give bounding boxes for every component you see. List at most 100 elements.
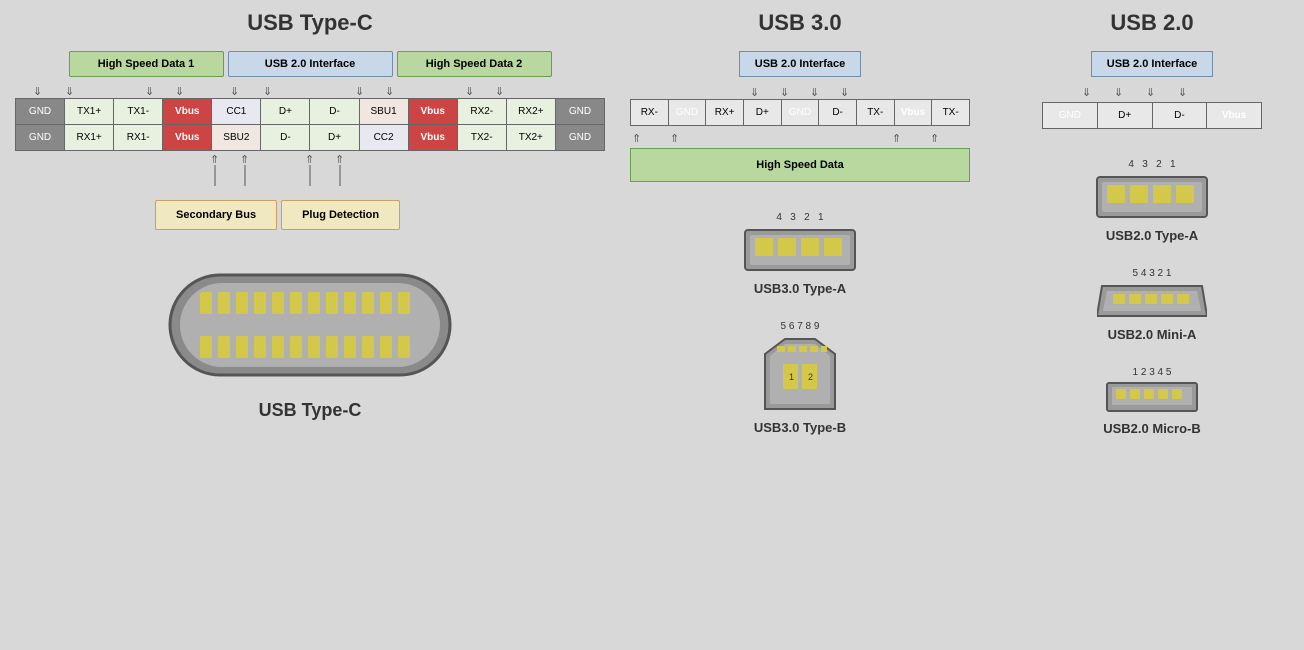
svg-text:⇓: ⇓ (810, 87, 819, 99)
usb30-pin-vbus: Vbus (894, 100, 932, 126)
pin-dp-2: D+ (310, 125, 359, 151)
typec-pin-table: GND TX1+ TX1- Vbus CC1 D+ D- SBU1 Vbus R… (15, 98, 605, 151)
typec-arrows-top: ⇓ ⇓ ⇓ ⇓ ⇓ ⇓ ⇓ ⇓ ⇓ ⇓ (15, 81, 605, 97)
typec-secondary-labels: Secondary Bus Plug Detection (155, 200, 605, 230)
pin-gnd-3: GND (16, 125, 65, 151)
pin-gnd-1: GND (16, 99, 65, 125)
pin-rx2p: RX2+ (506, 99, 555, 125)
svg-text:⇓: ⇓ (1082, 87, 1091, 99)
usb20-pin-table: GND D+ D- Vbus (1042, 102, 1262, 129)
pin-tx2p: TX2+ (506, 125, 555, 151)
usb20-typea-name: USB2.0 Type-A (1106, 228, 1198, 243)
svg-text:⇓: ⇓ (495, 86, 504, 97)
typec-label-hs2: High Speed Data 2 (397, 51, 552, 77)
typec-title: USB Type-C (247, 10, 373, 36)
svg-text:⇓: ⇓ (840, 87, 849, 99)
usb20-microb-connector: 1 2 3 4 5 USB2.0 Micro-B (1102, 367, 1202, 436)
pin-tx1m: TX1- (114, 99, 163, 125)
pin-gnd-4: GND (555, 125, 604, 151)
svg-text:⇑: ⇑ (670, 133, 679, 145)
usb20-pin-row: GND D+ D- Vbus (1043, 103, 1262, 129)
svg-text:⇓: ⇓ (1146, 87, 1155, 99)
typec-arrows-bottom: ⇑ ⇑ ⇑ ⇑ (15, 151, 605, 196)
svg-text:⇓: ⇓ (750, 87, 759, 99)
svg-text:⇓: ⇓ (780, 87, 789, 99)
usb20-minia-name: USB2.0 Mini-A (1108, 327, 1197, 342)
usb20-microb-pin-numbers: 1 2 3 4 5 (1133, 367, 1172, 378)
svg-text:⇑: ⇑ (892, 133, 901, 145)
usb30-typeb-svg: 1 2 (755, 334, 845, 414)
usb30-title: USB 3.0 (758, 10, 841, 36)
usb30-section: USB 3.0 USB 2.0 Interface ⇓ ⇓ ⇓ ⇓ RX- GN… (610, 10, 980, 640)
usb20-pin-dm: D- (1152, 103, 1207, 129)
usb20-minia-connector: 5 4 3 2 1 USB2.0 Mini-A (1097, 268, 1207, 342)
svg-text:⇑: ⇑ (305, 154, 314, 166)
svg-text:⇓: ⇓ (385, 86, 394, 97)
usb30-typeb-connector: 5 6 7 8 9 1 2 (754, 321, 846, 435)
usb20-interface-label: USB 2.0 Interface (1091, 51, 1213, 77)
svg-text:2: 2 (808, 372, 813, 382)
usb30-typea-pin-numbers: 4 3 2 1 (776, 212, 823, 223)
svg-text:⇓: ⇓ (175, 86, 184, 97)
pin-gnd-2: GND (555, 99, 604, 125)
pin-sbu2: SBU2 (212, 125, 261, 151)
usb30-typea-svg (740, 225, 860, 275)
usb20-arrows-top: ⇓ ⇓ ⇓ ⇓ (1042, 81, 1262, 99)
pin-dp-1: D+ (261, 99, 310, 125)
usb30-pin-wrapper: USB 2.0 Interface ⇓ ⇓ ⇓ ⇓ RX- GND RX+ D+… (630, 51, 970, 182)
pin-tx1p: TX1+ (65, 99, 114, 125)
pin-sbu1: SBU1 (359, 99, 408, 125)
pin-vbus-4: Vbus (408, 125, 457, 151)
svg-text:⇓: ⇓ (230, 86, 239, 97)
usb20-microb-svg (1102, 380, 1202, 415)
usb20-title: USB 2.0 (1110, 10, 1193, 36)
svg-text:1: 1 (789, 372, 794, 382)
svg-text:⇓: ⇓ (1114, 87, 1123, 99)
usb20-section: USB 2.0 USB 2.0 Interface ⇓ ⇓ ⇓ ⇓ GND D+… (980, 10, 1304, 640)
usb20-pin-dp: D+ (1097, 103, 1152, 129)
secondary-bus-label: Secondary Bus (155, 200, 277, 230)
pin-rx1p: RX1+ (65, 125, 114, 151)
svg-text:⇓: ⇓ (1178, 87, 1187, 99)
usb20-typea-connector: 4 3 2 1 USB2.0 Type-A (1092, 159, 1212, 243)
typec-label-hs1: High Speed Data 1 (69, 51, 224, 77)
svg-text:⇓: ⇓ (33, 86, 42, 97)
pin-dm-1: D- (310, 99, 359, 125)
usb30-pin-rxp: RX+ (706, 100, 744, 126)
usb20-pin-wrapper: USB 2.0 Interface ⇓ ⇓ ⇓ ⇓ GND D+ D- Vbus (1042, 51, 1262, 129)
usb20-pin-vbus: Vbus (1207, 103, 1262, 129)
typec-connector-label: USB Type-C (259, 400, 362, 421)
usb20-typea-pin-numbers: 4 3 2 1 (1128, 159, 1175, 170)
usb30-pin-dp: D+ (743, 100, 781, 126)
pin-cc1: CC1 (212, 99, 261, 125)
svg-text:⇓: ⇓ (465, 86, 474, 97)
svg-text:⇑: ⇑ (632, 133, 641, 145)
pin-dm-2: D- (261, 125, 310, 151)
pin-vbus-3: Vbus (163, 125, 212, 151)
usb30-pin-gnd1: GND (668, 100, 706, 126)
usb30-hs-label: High Speed Data (630, 148, 970, 182)
usb-typec-section: USB Type-C High Speed Data 1 USB 2.0 Int… (10, 10, 610, 640)
svg-text:⇑: ⇑ (210, 154, 219, 166)
usb30-typeb-pin-numbers: 5 6 7 8 9 (781, 321, 820, 332)
typec-connector-svg (160, 260, 460, 390)
usb20-typea-svg (1092, 172, 1212, 222)
usb30-arrows-bottom: ⇑ ⇑ ⇑ ⇑ (630, 126, 970, 148)
plug-detection-label: Plug Detection (281, 200, 400, 230)
svg-text:⇑: ⇑ (930, 133, 939, 145)
usb30-typea-name: USB3.0 Type-A (754, 281, 846, 296)
typec-pin-row2: GND RX1+ RX1- Vbus SBU2 D- D+ CC2 Vbus T… (16, 125, 605, 151)
usb30-pin-gnd2: GND (781, 100, 819, 126)
pin-rx2m: RX2- (457, 99, 506, 125)
usb30-arrows-top: ⇓ ⇓ ⇓ ⇓ (630, 81, 970, 99)
usb20-pin-gnd: GND (1043, 103, 1098, 129)
usb30-pin-row: RX- GND RX+ D+ GND D- TX- Vbus TX- (631, 100, 970, 126)
typec-pin-row1: GND TX1+ TX1- Vbus CC1 D+ D- SBU1 Vbus R… (16, 99, 605, 125)
usb20-minia-pin-numbers: 5 4 3 2 1 (1133, 268, 1172, 279)
svg-text:⇑: ⇑ (240, 154, 249, 166)
typec-connector-container: USB Type-C (160, 260, 460, 421)
usb30-pin-rxm: RX- (631, 100, 669, 126)
pin-vbus-1: Vbus (163, 99, 212, 125)
pin-rx1m: RX1- (114, 125, 163, 151)
usb30-pin-txm: TX- (856, 100, 894, 126)
